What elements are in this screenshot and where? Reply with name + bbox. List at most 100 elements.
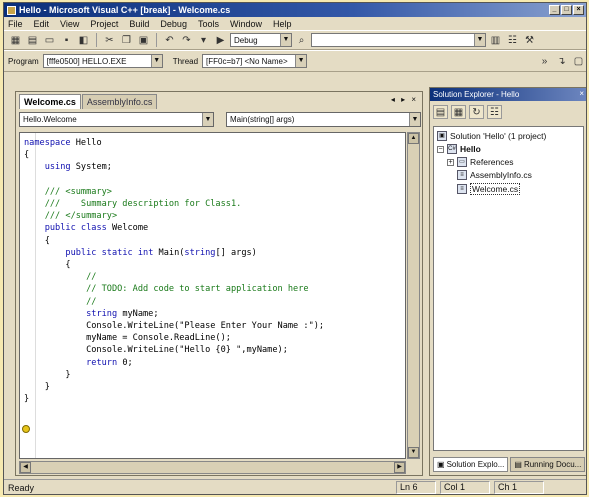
refresh-icon[interactable]: ↻ [469, 105, 484, 119]
tab-welcome-cs[interactable]: Welcome.cs [19, 94, 81, 109]
tab-solution-explorer[interactable]: ▣ Solution Explo... [433, 457, 509, 472]
save-all-icon[interactable]: ◧ [76, 33, 91, 47]
undo-icon[interactable]: ↶ [162, 33, 177, 47]
code-line[interactable]: Console.WriteLine("Please Enter Your Nam… [24, 320, 324, 332]
tree-node-welcome[interactable]: ≡ Welcome.cs [457, 183, 521, 195]
maximize-button[interactable]: □ [561, 5, 572, 15]
code-token: // [24, 272, 97, 283]
find-combo[interactable]: ▼ [311, 33, 486, 47]
start-debug-icon[interactable]: ▶ [213, 33, 228, 47]
solution-explorer-icon[interactable]: ▥ [488, 33, 503, 47]
minimize-button[interactable]: _ [549, 5, 560, 15]
code-line[interactable]: myName = Console.ReadLine(); [24, 332, 324, 344]
toolbar-options-icon[interactable]: » [537, 54, 552, 68]
chevron-down-icon[interactable]: ▼ [150, 55, 162, 67]
code-line[interactable]: string myName; [24, 308, 324, 320]
solution-config-select[interactable]: Debug ▼ [230, 33, 292, 47]
scroll-right-icon[interactable]: ▶ [394, 462, 405, 473]
step-icon[interactable]: ↴ [554, 54, 569, 68]
tree-node-solution[interactable]: ▣ Solution 'Hello' (1 project) [437, 131, 546, 141]
add-item-icon[interactable]: ▤ [25, 33, 40, 47]
code-line[interactable]: public static int Main(string[] args) [24, 247, 324, 259]
code-line[interactable]: using System; [24, 161, 324, 173]
new-project-icon[interactable]: ▦ [8, 33, 23, 47]
code-line[interactable]: // TODO: Add code to start application h… [24, 283, 324, 295]
menu-edit[interactable]: Edit [34, 19, 50, 29]
tab-running-documents[interactable]: ▤ Running Docu... [510, 457, 586, 472]
code-line[interactable]: return 0; [24, 357, 324, 369]
chevron-down-icon[interactable]: ▼ [409, 113, 420, 126]
tree-node-assemblyinfo[interactable]: ≡ AssemblyInfo.cs [457, 170, 532, 180]
toolbox-icon[interactable]: ⚒ [522, 33, 537, 47]
save-icon[interactable]: ▪ [59, 33, 74, 47]
code-token: /// Summary description for Class1. [24, 199, 242, 210]
paste-icon[interactable]: ▣ [136, 33, 151, 47]
scroll-down-icon[interactable]: ▼ [408, 447, 419, 458]
properties-icon[interactable]: ☷ [487, 105, 502, 119]
code-line[interactable]: /// <summary> [24, 186, 324, 198]
close-icon[interactable]: × [579, 89, 584, 98]
collapse-icon[interactable]: − [437, 145, 444, 153]
thread-select[interactable]: [FF0c=b7] <No Name> ▼ [202, 54, 308, 68]
tree-node-project[interactable]: − C# Hello [437, 144, 481, 154]
code-line[interactable]: /// Summary description for Class1. [24, 198, 324, 210]
code-token: /// </summary> [24, 211, 118, 222]
code-token: // [24, 296, 97, 307]
code-line[interactable]: // [24, 296, 324, 308]
code-text-area[interactable]: namespace Hello{ using System;​ /// <sum… [19, 132, 406, 459]
code-line[interactable]: } [24, 381, 324, 393]
code-line[interactable]: Console.WriteLine("Hello {0} ",myName); [24, 344, 324, 356]
find-icon[interactable]: ⌕ [294, 33, 309, 47]
scroll-up-icon[interactable]: ▲ [408, 133, 419, 144]
view-code-icon[interactable]: ▤ [433, 105, 448, 119]
code-line[interactable]: ​ [24, 174, 324, 186]
type-select[interactable]: Hello.Welcome ▼ [19, 112, 214, 127]
app-icon [7, 5, 16, 15]
menu-file[interactable]: File [8, 19, 23, 29]
source-code[interactable]: namespace Hello{ using System;​ /// <sum… [24, 137, 324, 405]
code-line[interactable]: namespace Hello [24, 137, 324, 149]
member-select[interactable]: Main(string[] args) ▼ [226, 112, 421, 127]
open-icon[interactable]: ▭ [42, 33, 57, 47]
menu-build[interactable]: Build [129, 19, 149, 29]
code-line[interactable]: /// </summary> [24, 210, 324, 222]
tab-controls[interactable]: ◂ ▸ × [391, 95, 418, 104]
chevron-down-icon[interactable]: ▼ [295, 55, 307, 67]
close-button[interactable]: × [573, 5, 584, 15]
solution-explorer-panel: Solution Explorer - Hello × ▤ ▦ ↻ ☷ ▣ So… [429, 87, 586, 476]
code-line[interactable]: { [24, 235, 324, 247]
chevron-down-icon[interactable]: ▼ [202, 113, 213, 126]
chevron-down-icon[interactable]: ▼ [280, 34, 291, 46]
chevron-down-icon[interactable]: ▼ [474, 34, 485, 46]
tab-assemblyinfo-cs[interactable]: AssemblyInfo.cs [81, 94, 158, 109]
copy-icon[interactable]: ❐ [119, 33, 134, 47]
scroll-left-icon[interactable]: ◀ [20, 462, 31, 473]
code-line[interactable]: } [24, 393, 324, 405]
properties-icon[interactable]: ☷ [505, 33, 520, 47]
menu-tools[interactable]: Tools [198, 19, 219, 29]
code-token: string [86, 308, 123, 319]
navigate-icon[interactable]: ▾ [196, 33, 211, 47]
code-line[interactable]: { [24, 259, 324, 271]
window-icon[interactable]: ▢ [571, 54, 586, 68]
cut-icon[interactable]: ✂ [102, 33, 117, 47]
expand-icon[interactable]: + [447, 158, 454, 166]
code-line[interactable]: // [24, 271, 324, 283]
horizontal-scrollbar[interactable]: ◀ ▶ [19, 461, 406, 474]
project-icon: C# [447, 144, 457, 154]
program-select[interactable]: [fffe0500] HELLO.EXE ▼ [42, 54, 163, 68]
code-line[interactable]: { [24, 149, 324, 161]
menu-debug[interactable]: Debug [160, 19, 187, 29]
menu-view[interactable]: View [60, 19, 79, 29]
vertical-scrollbar[interactable]: ▲ ▼ [407, 132, 420, 459]
code-line[interactable]: } [24, 369, 324, 381]
tree-node-references[interactable]: + ▭ References [447, 157, 513, 167]
view-designer-icon[interactable]: ▦ [451, 105, 466, 119]
code-line[interactable]: public class Welcome [24, 222, 324, 234]
redo-icon[interactable]: ↷ [179, 33, 194, 47]
menu-project[interactable]: Project [90, 19, 118, 29]
menu-window[interactable]: Window [230, 19, 262, 29]
menu-help[interactable]: Help [273, 19, 292, 29]
